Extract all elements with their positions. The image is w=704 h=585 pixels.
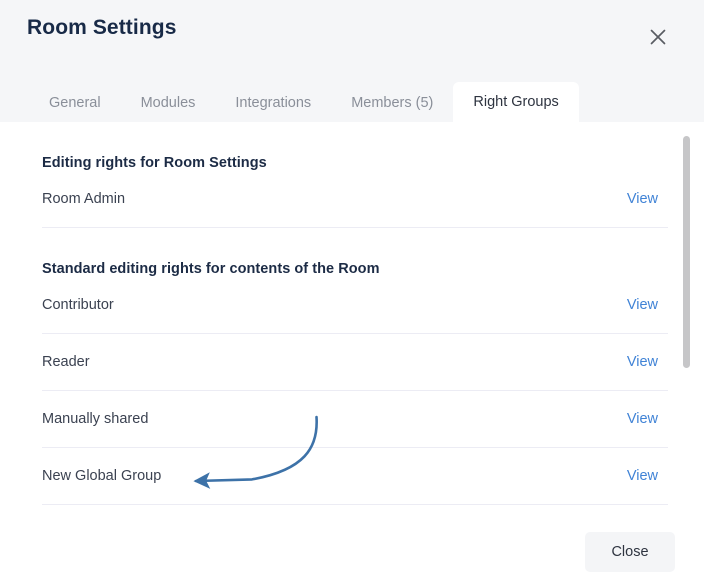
room-settings-dialog: Room Settings General Modules Integratio…	[0, 0, 704, 585]
tab-general[interactable]: General	[29, 84, 121, 122]
table-row[interactable]: Contributor View	[42, 277, 668, 334]
tab-label: Right Groups	[473, 94, 559, 110]
row-label: Room Admin	[42, 191, 126, 207]
tab-right-groups[interactable]: Right Groups	[453, 82, 579, 122]
tab-label: Members (5)	[351, 95, 434, 111]
rights-groups-list: Editing rights for Room Settings Room Ad…	[0, 122, 704, 505]
row-label: Reader	[42, 354, 90, 370]
dialog-body: Editing rights for Room Settings Room Ad…	[0, 122, 704, 585]
section-heading-standard-rights: Standard editing rights for contents of …	[42, 261, 380, 277]
view-link[interactable]: View	[627, 297, 668, 313]
close-button[interactable]: Close	[585, 532, 675, 572]
section-heading-editing-rights: Editing rights for Room Settings	[42, 155, 267, 171]
view-link[interactable]: View	[627, 354, 668, 370]
tab-bar: General Modules Integrations Members (5)…	[0, 76, 704, 122]
scrollbar-thumb[interactable]	[683, 136, 690, 368]
view-link[interactable]: View	[627, 468, 668, 484]
table-row[interactable]: New Global Group View	[42, 448, 668, 505]
tab-modules[interactable]: Modules	[121, 84, 216, 122]
dialog-footer: Close	[0, 519, 704, 585]
table-row[interactable]: Room Admin View	[42, 171, 668, 228]
close-icon[interactable]	[644, 23, 672, 51]
dialog-header: Room Settings	[0, 0, 704, 76]
table-row[interactable]: Reader View	[42, 334, 668, 391]
page-title: Room Settings	[27, 16, 177, 39]
view-link[interactable]: View	[627, 411, 668, 427]
scrollbar-track[interactable]	[683, 130, 690, 577]
tab-label: General	[49, 95, 101, 111]
row-label: Manually shared	[42, 411, 149, 427]
table-row[interactable]: Manually shared View	[42, 391, 668, 448]
tab-integrations[interactable]: Integrations	[215, 84, 331, 122]
tab-label: Integrations	[235, 95, 312, 111]
tab-label: Modules	[140, 95, 196, 111]
view-link[interactable]: View	[627, 191, 668, 207]
tab-members[interactable]: Members (5)	[331, 84, 453, 122]
row-label: New Global Group	[42, 468, 162, 484]
row-label: Contributor	[42, 297, 114, 313]
